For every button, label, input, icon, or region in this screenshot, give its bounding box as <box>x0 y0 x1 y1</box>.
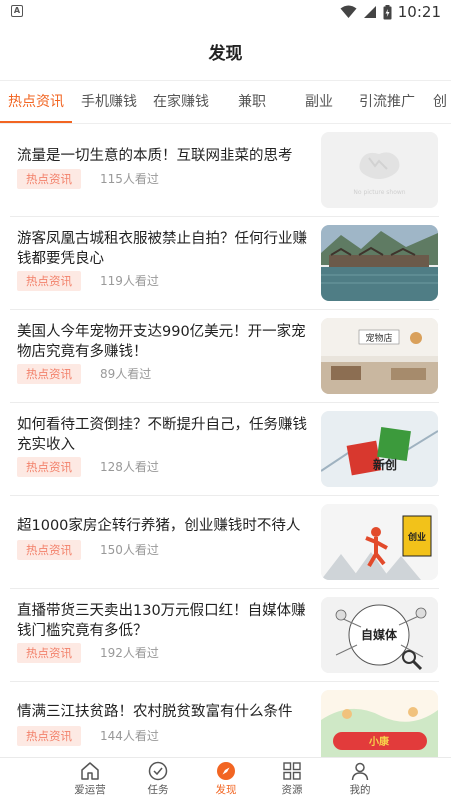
page-title: 发现 <box>208 43 243 64</box>
news-item[interactable]: 直播带货三天卖出130万元假口红！自媒体赚钱门槛究竟有多低？ 热点资讯 192人… <box>0 589 451 682</box>
news-item[interactable]: 超1000家房企转行养猪，创业赚钱时不待人 热点资讯 150人看过 创业 <box>0 496 451 589</box>
news-item[interactable]: 情满三江扶贫路！农村脱贫致富有什么条件 热点资讯 144人看过 小康 <box>0 682 451 757</box>
self-media-photo-icon: 自媒体 <box>321 597 438 673</box>
news-item[interactable]: 美国人今年宠物开支达990亿美元！开一家宠物店究竟有多赚钱！ 热点资讯 89人看… <box>0 310 451 403</box>
compass-icon <box>217 762 235 780</box>
thumb-caption: 自媒体 <box>361 627 398 642</box>
nav-home[interactable]: 爱运营 <box>60 758 120 800</box>
thumb-caption: No picture shown <box>353 189 405 196</box>
news-tag: 热点资讯 <box>17 364 81 384</box>
tab-home-earning[interactable]: 在家赚钱 <box>148 81 214 123</box>
view-count: 119人看过 <box>100 274 159 288</box>
view-count: 150人看过 <box>100 543 159 557</box>
view-count: 128人看过 <box>100 460 159 474</box>
clock: 10:21 <box>397 3 441 21</box>
news-tag: 热点资讯 <box>17 643 81 663</box>
view-count: 192人看过 <box>100 646 159 660</box>
status-indicators: 10:21 <box>340 3 441 21</box>
news-title: 直播带货三天卖出130万元假口红！自媒体赚钱门槛究竟有多低？ <box>17 603 306 639</box>
bottom-nav: 爱运营 任务 发现 资源 我的 <box>0 757 451 800</box>
nav-label: 发现 <box>215 784 237 796</box>
pet-shop-photo-icon: 宠物店 <box>321 318 438 394</box>
nav-label: 爱运营 <box>74 784 106 796</box>
view-count: 89人看过 <box>100 367 152 381</box>
wifi-icon <box>340 5 357 18</box>
ancient-town-photo-icon <box>321 225 438 301</box>
news-title: 流量是一切生意的本质！互联网韭菜的思考 <box>17 148 293 164</box>
signal-icon <box>363 6 376 18</box>
news-feed: 流量是一切生意的本质！互联网韭菜的思考 热点资讯 115人看过 No pictu… <box>0 124 451 757</box>
thumb-caption: 新创 <box>373 457 397 472</box>
news-item[interactable]: 游客凤凰古城租衣服被禁止自拍？任何行业赚钱都要凭良心 热点资讯 119人看过 <box>0 217 451 310</box>
tab-more[interactable]: 创 <box>433 81 451 123</box>
battery-icon <box>383 4 392 19</box>
poverty-relief-photo-icon: 小康 <box>321 690 438 757</box>
thumb-caption: 创业 <box>407 531 426 543</box>
thumb-caption: 小康 <box>368 735 390 748</box>
nav-tasks[interactable]: 任务 <box>128 758 188 800</box>
tab-hot-news[interactable]: 热点资讯 <box>0 81 72 123</box>
no-picture-placeholder-icon: No picture shown <box>321 132 438 208</box>
nav-label: 资源 <box>281 784 303 796</box>
view-count: 144人看过 <box>100 729 159 743</box>
category-tabs: 热点资讯 手机赚钱 在家赚钱 兼职 副业 引流推广 创 <box>0 80 451 124</box>
news-title: 情满三江扶贫路！农村脱贫致富有什么条件 <box>17 704 293 720</box>
news-title: 美国人今年宠物开支达990亿美元！开一家宠物店究竟有多赚钱！ <box>17 324 306 360</box>
title-bar: 发现 <box>0 24 451 78</box>
nav-profile[interactable]: 我的 <box>330 758 390 800</box>
news-tag: 热点资讯 <box>17 271 81 291</box>
news-tag: 热点资讯 <box>17 726 81 746</box>
news-item[interactable]: 如何看待工资倒挂？不断提升自己，任务赚钱充实收入 热点资讯 128人看过 新创 <box>0 403 451 496</box>
tab-part-time[interactable]: 兼职 <box>222 81 282 123</box>
grid-icon <box>283 762 301 780</box>
thumb-caption: 宠物店 <box>365 332 392 344</box>
person-icon <box>351 762 369 781</box>
tab-phone-earning[interactable]: 手机赚钱 <box>76 81 142 123</box>
news-title: 超1000家房企转行养猪，创业赚钱时不待人 <box>17 518 301 534</box>
home-icon <box>81 762 99 780</box>
nav-label: 我的 <box>349 784 371 796</box>
news-tag: 热点资讯 <box>17 457 81 477</box>
nav-resources[interactable]: 资源 <box>262 758 322 800</box>
entrepreneur-photo-icon: 创业 <box>321 504 438 580</box>
tab-traffic-promotion[interactable]: 引流推广 <box>354 81 420 123</box>
view-count: 115人看过 <box>100 172 159 186</box>
news-title: 如何看待工资倒挂？不断提升自己，任务赚钱充实收入 <box>17 417 307 453</box>
notification-icon: A <box>11 5 23 17</box>
news-title: 游客凤凰古城租衣服被禁止自拍？任何行业赚钱都要凭良心 <box>17 231 307 267</box>
nav-discover[interactable]: 发现 <box>196 758 256 800</box>
status-bar: A 10:21 <box>0 0 451 24</box>
news-item[interactable]: 流量是一切生意的本质！互联网韭菜的思考 热点资讯 115人看过 No pictu… <box>0 124 451 217</box>
news-tag: 热点资讯 <box>17 169 81 189</box>
nav-label: 任务 <box>147 784 169 796</box>
news-tag: 热点资讯 <box>17 540 81 560</box>
check-circle-icon <box>148 761 168 781</box>
innovation-dice-photo-icon: 新创 <box>321 411 438 487</box>
tab-side-business[interactable]: 副业 <box>289 81 349 123</box>
